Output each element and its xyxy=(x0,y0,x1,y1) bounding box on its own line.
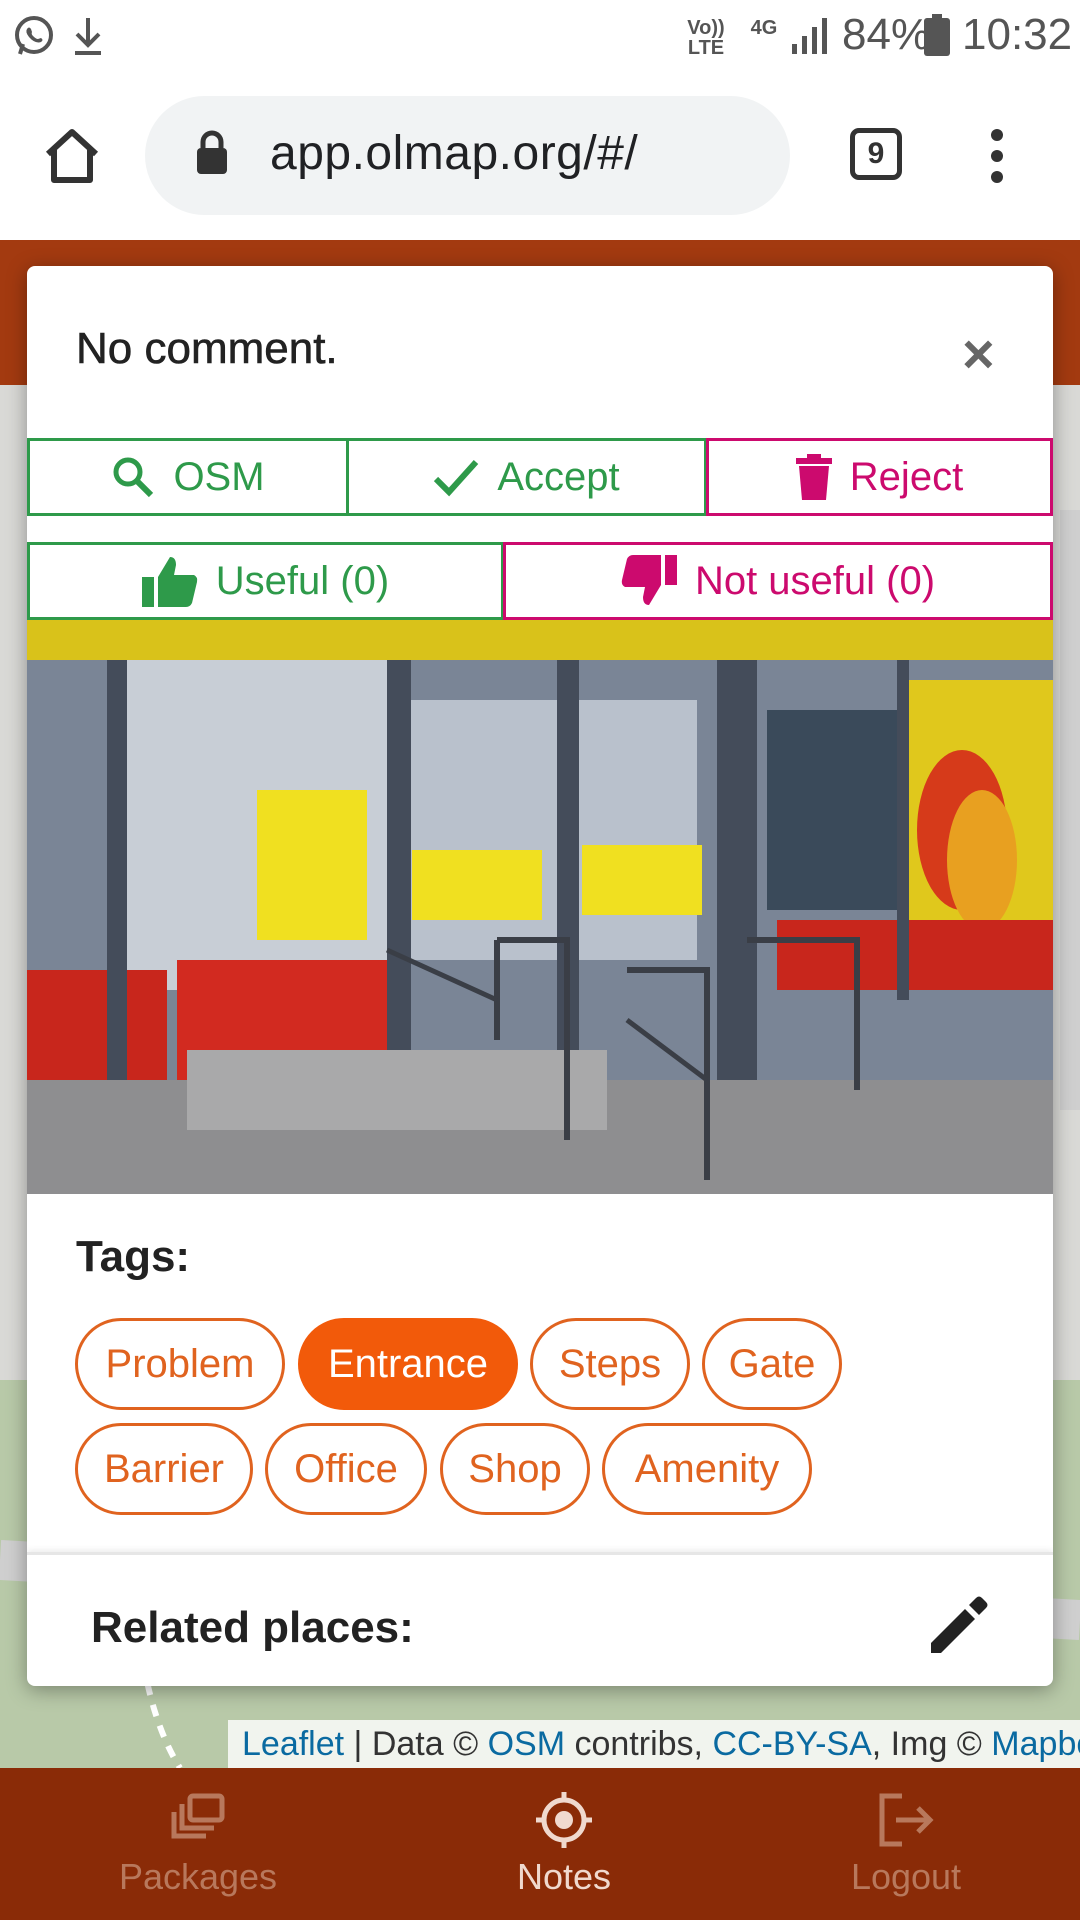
download-icon xyxy=(75,18,101,55)
not-useful-button-label: Not useful (0) xyxy=(694,558,936,603)
reject-button[interactable]: Reject xyxy=(706,438,1053,516)
bottom-nav: Packages Notes Logout xyxy=(0,1768,1080,1920)
tag-steps[interactable]: Steps xyxy=(530,1318,690,1410)
url-text: app.olmap.org/#/ xyxy=(270,127,639,180)
not-useful-button[interactable]: Not useful (0) xyxy=(503,542,1053,620)
gps-target-icon xyxy=(536,1792,592,1848)
lock-icon xyxy=(197,130,227,174)
lte-label: LTE xyxy=(687,37,725,59)
nav-packages[interactable]: Packages xyxy=(18,1768,378,1920)
reject-button-label: Reject xyxy=(849,454,964,499)
battery-icon xyxy=(924,14,950,56)
logout-icon xyxy=(879,1793,934,1847)
note-detail-modal: No comment. × OSM Accept Reject Useful (… xyxy=(27,266,1053,1686)
attribution-sep: | Data © xyxy=(344,1725,488,1763)
mapbox-link[interactable]: Mapbox xyxy=(991,1725,1080,1763)
tag-gate[interactable]: Gate xyxy=(702,1318,842,1410)
tags-heading: Tags: xyxy=(76,1232,191,1281)
browser-toolbar: app.olmap.org/#/ 9 xyxy=(0,76,1080,240)
leaflet-link[interactable]: Leaflet xyxy=(242,1725,344,1763)
pencil-icon[interactable] xyxy=(923,1591,993,1661)
modal-title: No comment. xyxy=(76,324,338,374)
map-attribution: Leaflet | Data © OSM contribs, CC-BY-SA,… xyxy=(228,1720,1080,1768)
volte-label: Vo)) xyxy=(687,17,725,39)
checkmark-icon xyxy=(434,459,479,497)
note-photo xyxy=(27,620,1053,1194)
nav-packages-label: Packages xyxy=(118,1856,278,1897)
thumbs-up-icon xyxy=(141,557,197,607)
more-menu-icon[interactable] xyxy=(982,128,1012,184)
license-link[interactable]: CC-BY-SA xyxy=(712,1725,871,1763)
battery-percent: 84% xyxy=(842,10,931,59)
signal-icon xyxy=(792,18,827,54)
useful-button-label: Useful (0) xyxy=(215,558,390,603)
close-button[interactable]: × xyxy=(962,326,995,382)
tag-problem[interactable]: Problem xyxy=(75,1318,285,1410)
tag-amenity[interactable]: Amenity xyxy=(602,1423,812,1515)
attribution-img: , Img © xyxy=(871,1725,992,1763)
search-icon xyxy=(113,457,154,498)
osm-button-label: OSM xyxy=(173,454,265,499)
tag-office[interactable]: Office xyxy=(265,1423,427,1515)
home-icon[interactable] xyxy=(42,126,102,186)
address-bar[interactable]: app.olmap.org/#/ xyxy=(145,96,790,215)
status-bar: Vo)) LTE 4G 84% 10:32 xyxy=(0,0,1080,76)
whatsapp-icon xyxy=(15,16,53,55)
tabs-count-button[interactable]: 9 xyxy=(850,128,902,180)
related-places-section: Related places: xyxy=(27,1552,1053,1686)
thumbs-down-icon xyxy=(621,555,677,605)
clock: 10:32 xyxy=(962,10,1073,59)
useful-button[interactable]: Useful (0) xyxy=(27,542,504,620)
tag-barrier[interactable]: Barrier xyxy=(75,1423,253,1515)
osm-button[interactable]: OSM xyxy=(27,438,349,516)
accept-button[interactable]: Accept xyxy=(346,438,707,516)
network-type-label: 4G xyxy=(750,17,778,39)
nav-notes-label: Notes xyxy=(516,1856,612,1897)
nav-logout[interactable]: Logout xyxy=(726,1768,1080,1920)
nav-logout-label: Logout xyxy=(850,1856,962,1897)
tag-shop[interactable]: Shop xyxy=(440,1423,590,1515)
attribution-contribs: contribs, xyxy=(565,1725,713,1763)
osm-link[interactable]: OSM xyxy=(488,1725,565,1763)
packages-icon xyxy=(171,1793,225,1839)
tag-entrance[interactable]: Entrance xyxy=(298,1318,518,1410)
related-places-label: Related places: xyxy=(91,1603,414,1652)
nav-notes[interactable]: Notes xyxy=(384,1768,744,1920)
accept-button-label: Accept xyxy=(497,454,620,499)
trash-icon xyxy=(795,454,832,500)
